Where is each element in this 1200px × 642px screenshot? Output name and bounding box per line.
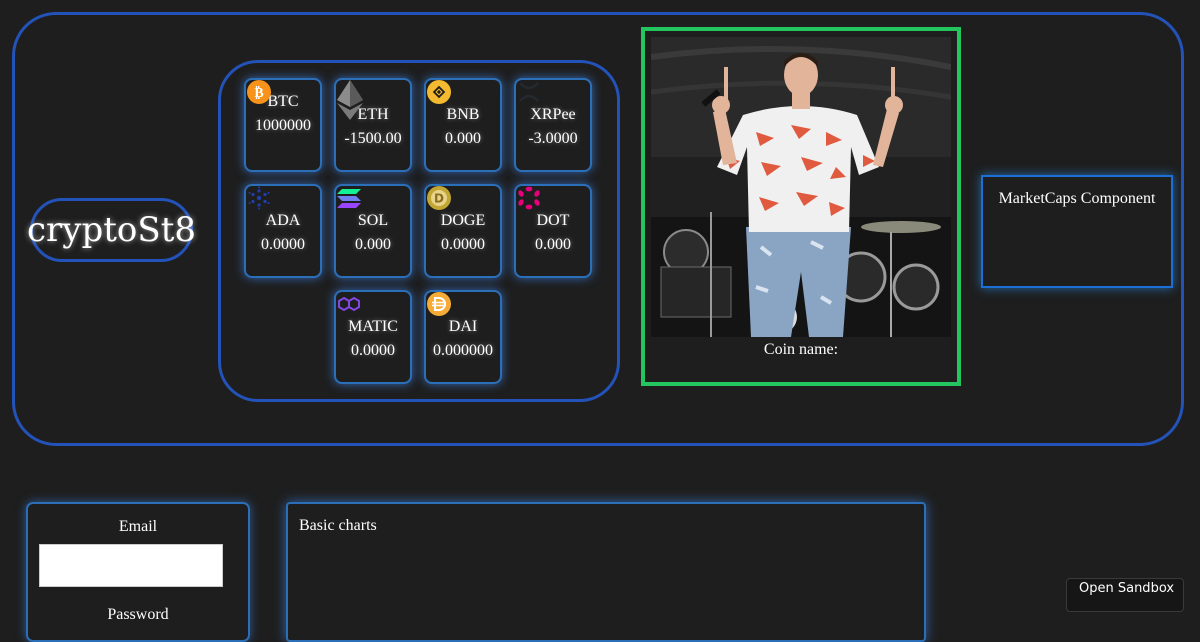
- polygon-icon: [338, 296, 360, 312]
- coin-symbol: ADA: [265, 212, 301, 229]
- app-logo: cryptoSt8: [27, 198, 196, 262]
- password-label: Password: [107, 606, 169, 623]
- coin-symbol: MATIC: [348, 318, 398, 335]
- coin-value: 1000000: [255, 117, 311, 134]
- coin-card-dot[interactable]: DOT 0.000: [514, 184, 592, 278]
- xrp-icon: [519, 82, 539, 102]
- coin-card-doge[interactable]: D DOGE 0.0000: [424, 184, 502, 278]
- svg-text:D: D: [434, 192, 444, 206]
- coin-symbol: DOGE: [440, 212, 486, 229]
- open-sandbox-label: Open Sandbox: [1079, 581, 1175, 596]
- coin-card-ada[interactable]: ADA 0.0000: [244, 184, 322, 278]
- coin-value: -1500.00: [344, 130, 402, 147]
- coin-card-dai[interactable]: DAI 0.000000: [424, 290, 502, 384]
- coin-value: 0.000: [535, 236, 571, 253]
- open-sandbox-button[interactable]: Open Sandbox: [1066, 578, 1184, 612]
- email-label: Email: [118, 518, 158, 535]
- coin-value: 0.000: [355, 236, 391, 253]
- coin-value: 0.000: [445, 130, 481, 147]
- coin-symbol: XRPee: [530, 106, 576, 123]
- solana-icon: [337, 189, 361, 208]
- dogecoin-icon: D: [427, 186, 451, 210]
- coin-name-label: Coin name:: [763, 341, 839, 358]
- coin-value: 0.0000: [441, 236, 485, 253]
- coin-value: -3.0000: [528, 130, 578, 147]
- login-form: Email Password: [26, 502, 250, 642]
- coin-symbol: DAI: [448, 318, 478, 335]
- coin-card-sol[interactable]: SOL 0.000: [334, 184, 412, 278]
- coin-card-eth[interactable]: ETH -1500.00: [334, 78, 412, 172]
- logo-text: cryptoSt8: [27, 210, 196, 250]
- coin-value: 0.0000: [351, 342, 395, 359]
- featured-coin-card: Coin name:: [641, 27, 961, 386]
- polkadot-icon: [518, 186, 540, 210]
- charts-panel: Basic charts: [286, 502, 926, 642]
- cardano-icon: [248, 186, 270, 210]
- charts-title: Basic charts: [299, 517, 377, 534]
- coin-card-matic[interactable]: MATIC 0.0000: [334, 290, 412, 384]
- dai-icon: [427, 292, 451, 316]
- coin-card-btc[interactable]: ₿ BTC 1000000: [244, 78, 322, 172]
- coin-symbol: DOT: [536, 212, 570, 229]
- coin-symbol: SOL: [357, 212, 389, 229]
- bnb-icon: [427, 80, 451, 104]
- performer-photo: [651, 37, 951, 337]
- coin-symbol: BNB: [446, 106, 480, 123]
- email-field[interactable]: [39, 544, 223, 587]
- svg-text:₿: ₿: [254, 85, 263, 101]
- coin-card-xrp[interactable]: XRPee -3.0000: [514, 78, 592, 172]
- coin-value: 0.000000: [433, 342, 493, 359]
- coin-value: 0.0000: [261, 236, 305, 253]
- bitcoin-icon: ₿: [247, 80, 271, 104]
- marketcaps-title: MarketCaps Component: [998, 190, 1156, 207]
- marketcaps-panel: MarketCaps Component: [981, 175, 1173, 288]
- ethereum-icon: [337, 80, 363, 120]
- coin-card-bnb[interactable]: BNB 0.000: [424, 78, 502, 172]
